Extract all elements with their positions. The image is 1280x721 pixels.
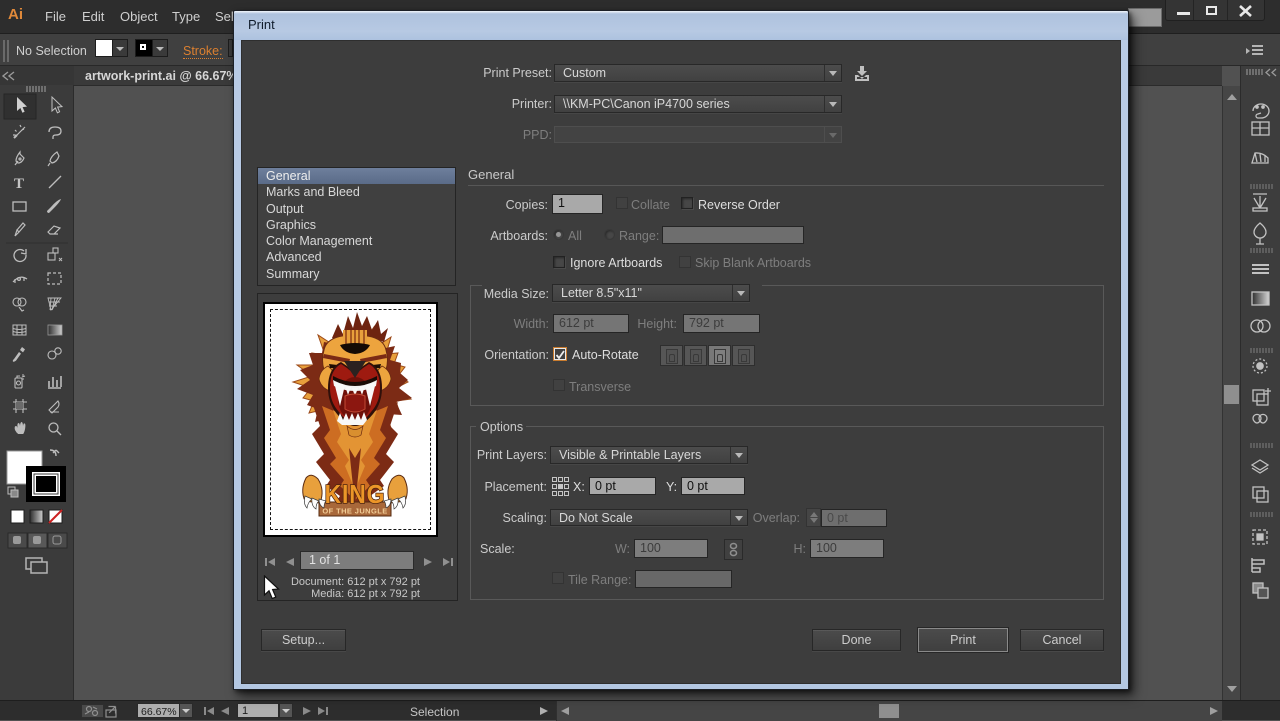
svg-text:KING: KING — [325, 481, 386, 510]
svg-text:T: T — [14, 176, 24, 192]
